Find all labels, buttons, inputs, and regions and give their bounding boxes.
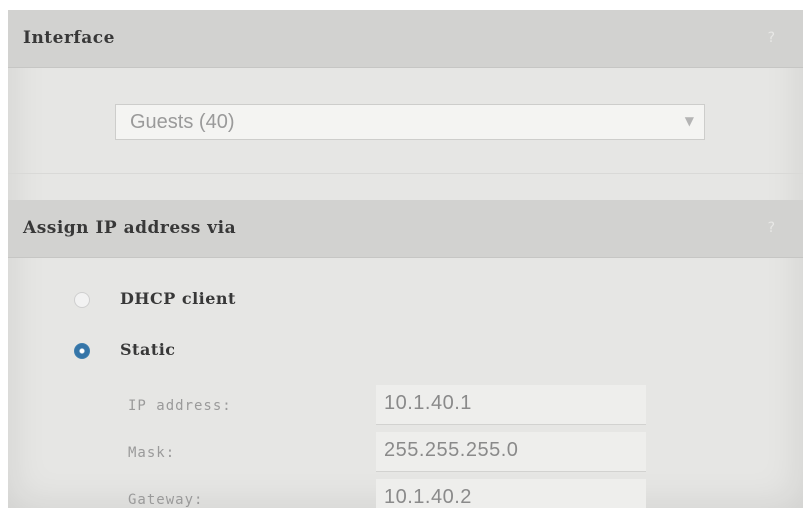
static-radio[interactable] [74,343,90,359]
gateway-label: Gateway: [128,492,204,508]
dhcp-client-label[interactable]: DHCP client [120,289,236,308]
interface-select-value: Guests (40) [130,111,235,133]
help-icon[interactable]: ? [768,30,775,46]
mask-label: Mask: [128,445,176,461]
interface-title: Interface [23,28,115,48]
interface-select[interactable]: Guests (40) ▼ [115,104,705,140]
static-label[interactable]: Static [120,340,176,359]
settings-screen: Interface ? Guests (40) ▼ Assign IP addr… [8,10,803,508]
assign-ip-title: Assign IP address via [23,218,237,238]
interface-section-header: Interface ? [8,10,803,68]
ip-address-field[interactable]: 10.1.40.1 [376,385,646,425]
chevron-down-icon[interactable]: ▼ [685,114,694,128]
gateway-field[interactable]: 10.1.40.2 [376,479,646,508]
dhcp-client-radio[interactable] [74,292,90,308]
ip-address-value: 10.1.40.1 [384,392,472,414]
mask-value: 255.255.255.0 [384,439,519,461]
help-icon[interactable]: ? [768,220,775,236]
mask-field[interactable]: 255.255.255.0 [376,432,646,472]
ip-address-label: IP address: [128,398,232,414]
assign-ip-section-header: Assign IP address via ? [8,200,803,258]
gateway-value: 10.1.40.2 [384,486,472,508]
section-divider [8,173,803,174]
